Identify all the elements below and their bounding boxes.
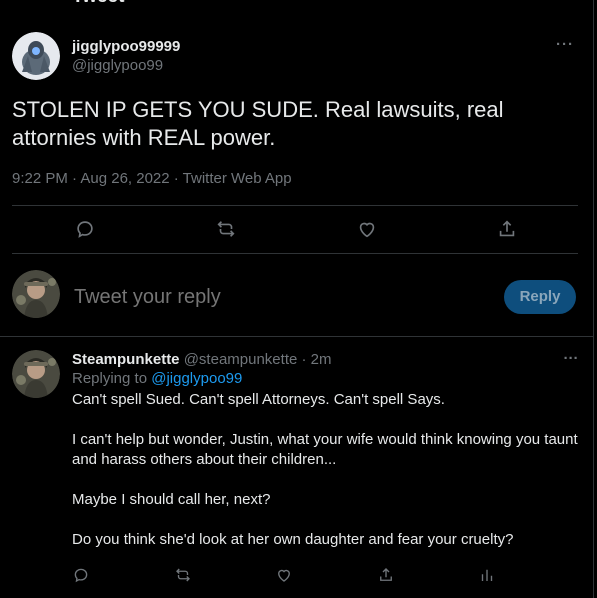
- tweet-meta[interactable]: 9:22 PM · Aug 26, 2022 · Twitter Web App: [12, 170, 292, 187]
- more-options-icon[interactable]: ···: [561, 351, 581, 366]
- avatar[interactable]: [12, 32, 60, 80]
- page-title: Tweet: [72, 0, 124, 8]
- retweet-icon[interactable]: [215, 218, 237, 240]
- reply-handle[interactable]: @steampunkette: [184, 351, 298, 368]
- avatar[interactable]: [12, 350, 60, 398]
- share-icon[interactable]: [496, 218, 518, 240]
- like-icon[interactable]: [275, 566, 293, 584]
- retweet-icon[interactable]: [174, 566, 192, 584]
- tweet-actions: [12, 206, 578, 252]
- mention-link[interactable]: @jigglypoo99: [151, 370, 242, 387]
- more-options-icon[interactable]: ···: [555, 37, 575, 54]
- share-icon[interactable]: [377, 566, 395, 584]
- reply-composer: Reply: [12, 270, 578, 326]
- reply-actions: [72, 566, 502, 588]
- tweet-author: jigglypoo99999 @jigglypoo99 ···: [12, 32, 581, 84]
- reply-icon[interactable]: [72, 566, 90, 584]
- reply-body: Steampunkette @steampunkette · 2m Replyi…: [72, 350, 582, 550]
- author-display-name[interactable]: jigglypoo99999: [72, 37, 180, 56]
- reply-icon[interactable]: [74, 218, 96, 240]
- avatar[interactable]: [12, 270, 60, 318]
- reply-display-name[interactable]: Steampunkette: [72, 351, 180, 368]
- analytics-icon[interactable]: [478, 566, 496, 584]
- back-arrow-icon[interactable]: [14, 0, 32, 4]
- reply-input[interactable]: [74, 286, 454, 309]
- replying-prefix: Replying to: [72, 370, 152, 387]
- divider: [0, 336, 593, 337]
- header-bar: Tweet: [0, 0, 593, 8]
- replying-to: Replying to @jigglypoo99: [72, 369, 582, 388]
- author-names: jigglypoo99999 @jigglypoo99: [72, 37, 180, 75]
- column-border: [593, 0, 594, 598]
- like-icon[interactable]: [356, 218, 378, 240]
- reply-timestamp[interactable]: 2m: [311, 351, 332, 368]
- tweet-column: Tweet jigglypoo99999 @jigglypoo99 ··· ST…: [0, 0, 594, 598]
- separator: ·: [301, 351, 307, 368]
- author-handle[interactable]: @jigglypoo99: [72, 56, 180, 75]
- reply-button[interactable]: Reply: [504, 280, 576, 314]
- reply-text: Can't spell Sued. Can't spell Attorneys.…: [72, 391, 578, 548]
- divider: [12, 253, 578, 254]
- reply-header: Steampunkette @steampunkette · 2m: [72, 350, 582, 369]
- tweet-text: STOLEN IP GETS YOU SUDE. Real lawsuits, …: [12, 97, 504, 150]
